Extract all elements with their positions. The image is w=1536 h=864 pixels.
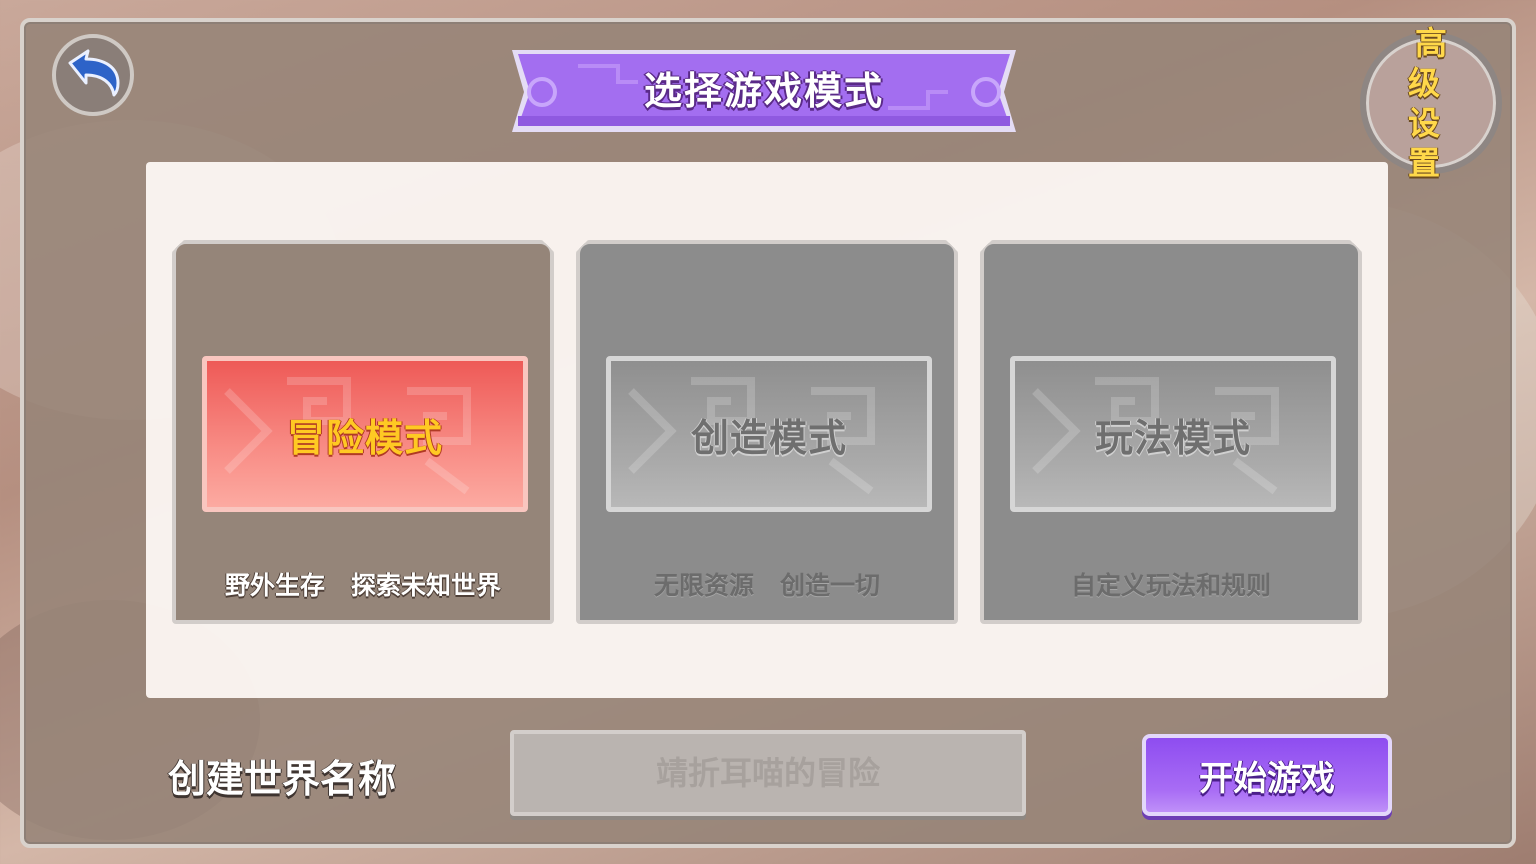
title-banner: 选择游戏模式 [508, 46, 1020, 136]
world-name-input[interactable] [510, 730, 1026, 816]
advanced-settings-label: 高级设置 [1407, 24, 1461, 182]
creative-mode-button[interactable]: 创造模式 [606, 356, 932, 512]
adventure-mode-button[interactable]: 冒险模式 [202, 356, 528, 512]
world-name-label: 创建世界名称 [168, 757, 397, 801]
mode-label: 玩法模式 [1094, 415, 1251, 460]
advanced-settings-button[interactable]: 高级设置 [1360, 24, 1502, 182]
mode-card-gameplay[interactable]: 玩法模式 自定义玩法和规则 [980, 240, 1362, 624]
back-button[interactable] [52, 34, 134, 116]
mode-label: 创造模式 [690, 415, 847, 460]
mode-description: 野外生存 探索未知世界 [224, 571, 502, 600]
back-arrow-icon [64, 49, 122, 101]
mode-card-adventure[interactable]: 冒险模式 野外生存 探索未知世界 [172, 240, 554, 624]
mode-description: 自定义玩法和规则 [1070, 571, 1271, 600]
mode-description: 无限资源 创造一切 [653, 571, 881, 600]
mode-label: 冒险模式 [286, 415, 443, 460]
start-game-button[interactable]: 开始游戏 [1142, 734, 1392, 816]
mode-card-creative[interactable]: 创造模式 无限资源 创造一切 [576, 240, 958, 624]
page-title: 选择游戏模式 [643, 68, 884, 113]
gameplay-mode-button[interactable]: 玩法模式 [1010, 356, 1336, 512]
